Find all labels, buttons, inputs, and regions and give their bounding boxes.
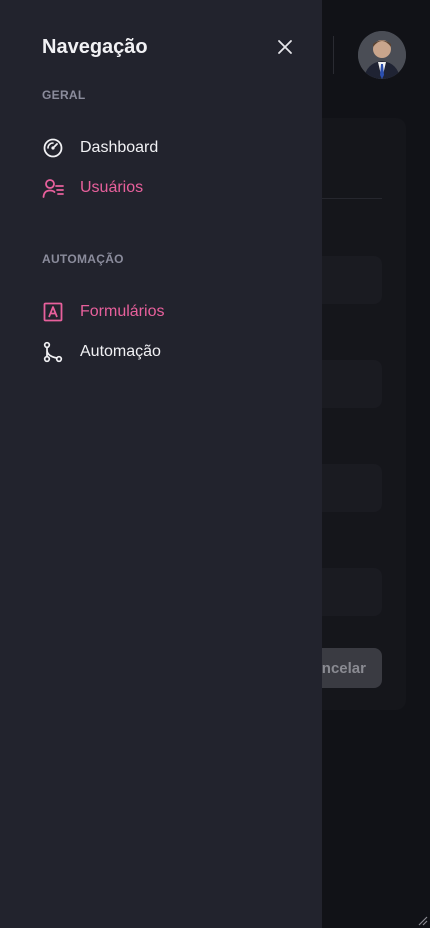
nav-item-usuarios[interactable]: Usuários [42, 174, 282, 202]
close-icon [278, 40, 292, 54]
nav-item-formularios[interactable]: Formulários [42, 298, 282, 326]
nav-item-automacao[interactable]: Automação [42, 338, 282, 366]
avatar-photo [358, 31, 406, 79]
drawer-header: Navegação [42, 34, 302, 60]
background-field [322, 568, 382, 616]
drawer-title: Navegação [42, 36, 148, 58]
nav-item-label: Formulários [80, 303, 165, 320]
cancel-button: ncelar [322, 648, 382, 688]
close-button[interactable] [268, 30, 302, 64]
section-label-geral: GERAL [42, 88, 86, 102]
background-field [322, 360, 382, 408]
nav-item-dashboard[interactable]: Dashboard [42, 134, 282, 162]
gauge-icon [42, 137, 64, 159]
nav-item-label: Automação [80, 343, 161, 360]
workflow-icon [42, 341, 64, 363]
users-list-icon [42, 177, 64, 199]
form-letter-icon [42, 301, 64, 323]
resize-grip-icon[interactable] [416, 914, 428, 926]
nav-item-label: Dashboard [80, 139, 159, 156]
background-field [322, 464, 382, 512]
navigation-drawer: Navegação GERAL Dashboard Usuários AUTOM… [0, 0, 322, 928]
background-divider [322, 198, 382, 199]
avatar[interactable] [358, 31, 406, 79]
nav-item-label: Usuários [80, 179, 144, 196]
section-label-automacao: AUTOMAÇÃO [42, 252, 124, 266]
topbar-divider [333, 36, 334, 74]
background-field [322, 256, 382, 304]
